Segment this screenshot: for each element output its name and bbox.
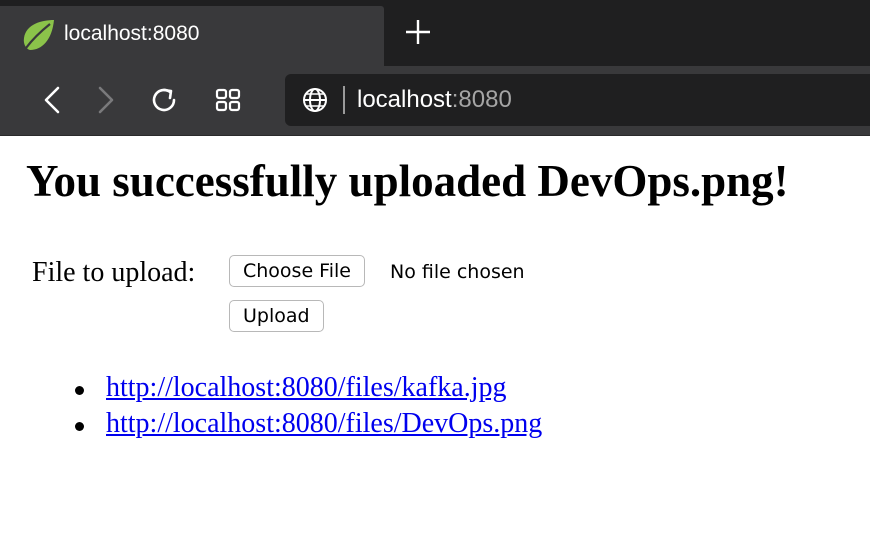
file-link-kafka[interactable]: http://localhost:8080/files/kafka.jpg: [106, 370, 507, 406]
back-chevron-left-icon[interactable]: [38, 84, 70, 116]
choose-file-button[interactable]: Choose File: [229, 255, 365, 287]
browser-window: localhost:8080 localhost:8080 You succes…: [0, 0, 870, 558]
address-url[interactable]: localhost:8080: [357, 84, 512, 116]
tabs-grid-icon[interactable]: [212, 84, 244, 116]
address-divider: [343, 86, 345, 114]
tab-localhost[interactable]: localhost:8080: [0, 6, 384, 66]
address-port: :8080: [451, 86, 512, 113]
address-bar[interactable]: localhost:8080: [285, 74, 870, 126]
page-title: You successfully uploaded DevOps.png!: [26, 156, 789, 206]
upload-form: File to upload: Choose File No file chos…: [32, 254, 632, 344]
browser-toolbar: localhost:8080: [0, 66, 870, 136]
page-content: You successfully uploaded DevOps.png! Fi…: [0, 136, 870, 558]
forward-chevron-right-icon[interactable]: [88, 84, 120, 116]
new-tab-plus-icon[interactable]: [400, 14, 436, 50]
bullet-icon: [75, 386, 84, 395]
upload-button[interactable]: Upload: [229, 300, 324, 332]
globe-icon: [303, 88, 327, 112]
reload-icon[interactable]: [148, 84, 180, 116]
bullet-icon: [75, 422, 84, 431]
file-to-upload-label: File to upload:: [32, 257, 196, 288]
spring-leaf-icon: [23, 20, 54, 50]
file-link-devops[interactable]: http://localhost:8080/files/DevOps.png: [106, 406, 542, 442]
tab-title: localhost:8080: [64, 22, 200, 45]
tab-strip: localhost:8080: [0, 0, 870, 66]
no-file-chosen-text: No file chosen: [390, 261, 525, 283]
address-host: localhost: [357, 86, 452, 113]
